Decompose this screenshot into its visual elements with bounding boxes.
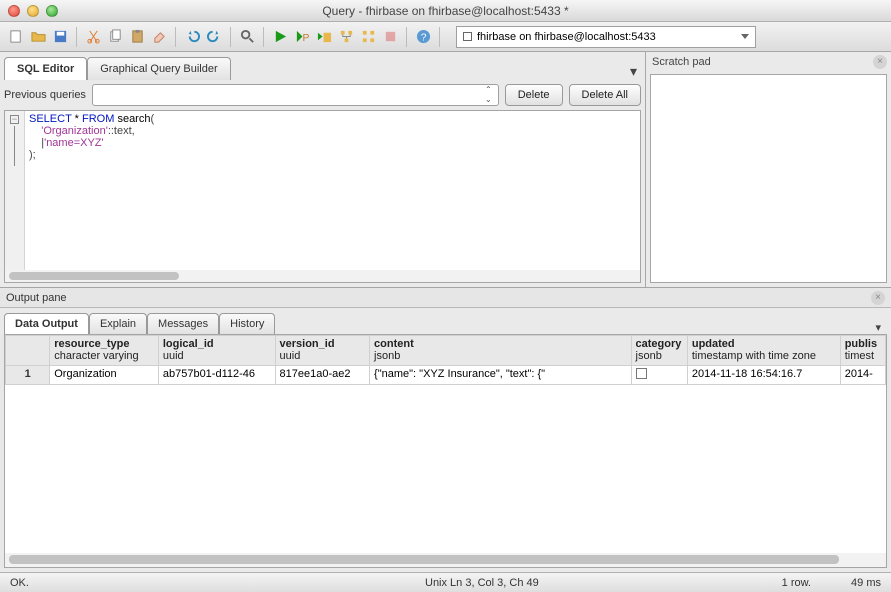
sql-editor[interactable]: − SELECT * FROM search( 'Organization'::…	[4, 110, 641, 283]
cell[interactable]: ab757b01-d112-46	[158, 366, 275, 385]
scratch-pad-header: Scratch pad ×	[646, 52, 891, 72]
editor-tabs: SQL Editor Graphical Query Builder ▾	[0, 52, 645, 80]
results-grid[interactable]: resource_typecharacter varying logical_i…	[4, 334, 887, 568]
editor-menu-icon[interactable]: ▾	[626, 63, 641, 80]
cell[interactable]: 817ee1a0-ae2	[275, 366, 370, 385]
cell[interactable]: 2014-11-18 16:54:16.7	[687, 366, 840, 385]
output-menu-icon[interactable]: ▾	[875, 321, 881, 334]
titlebar: Query - fhirbase on fhirbase@localhost:5…	[0, 0, 891, 22]
col-updated[interactable]: updatedtimestamp with time zone	[687, 336, 840, 366]
execute-icon[interactable]	[270, 27, 290, 47]
delete-button[interactable]: Delete	[505, 84, 563, 106]
code-area[interactable]: SELECT * FROM search( 'Organization'::te…	[25, 111, 158, 282]
status-rows: 1 row.	[731, 577, 811, 589]
scratch-close-icon[interactable]: ×	[873, 55, 887, 69]
cancel-icon[interactable]	[380, 27, 400, 47]
tab-history[interactable]: History	[219, 313, 275, 334]
svg-text:?: ?	[420, 32, 426, 43]
output-tabs: Data Output Explain Messages History ▾	[0, 308, 891, 334]
cell[interactable]: {"name": "XYZ Insurance", "text": {"	[370, 366, 631, 385]
cell[interactable]: 2014-	[840, 366, 885, 385]
col-published[interactable]: publistimest	[840, 336, 885, 366]
database-label: fhirbase on fhirbase@localhost:5433	[477, 31, 656, 43]
output-close-icon[interactable]: ×	[871, 291, 885, 305]
explain-icon[interactable]	[336, 27, 356, 47]
database-icon	[463, 32, 472, 41]
redo-icon[interactable]	[204, 27, 224, 47]
open-icon[interactable]	[28, 27, 48, 47]
status-time: 49 ms	[811, 577, 881, 589]
previous-queries-label: Previous queries	[4, 89, 86, 101]
status-bar: OK. Unix Ln 3, Col 3, Ch 49 1 row. 49 ms	[0, 572, 891, 592]
copy-icon[interactable]	[105, 27, 125, 47]
previous-queries-select[interactable]	[92, 84, 499, 106]
status-ok: OK.	[10, 577, 425, 589]
tab-graphical-query-builder[interactable]: Graphical Query Builder	[87, 57, 230, 80]
col-version-id[interactable]: version_iduuid	[275, 336, 370, 366]
scratch-pad[interactable]	[650, 74, 887, 283]
database-select[interactable]: fhirbase on fhirbase@localhost:5433	[456, 26, 756, 48]
explain-analyze-icon[interactable]	[358, 27, 378, 47]
rownum-cell[interactable]: 1	[6, 366, 50, 385]
grid-scrollbar[interactable]	[5, 553, 886, 567]
window-title: Query - fhirbase on fhirbase@localhost:5…	[0, 4, 891, 18]
cell[interactable]: Organization	[50, 366, 159, 385]
tab-data-output[interactable]: Data Output	[4, 313, 89, 334]
toolbar: PG ? fhirbase on fhirbase@localhost:5433	[0, 22, 891, 52]
null-icon	[636, 368, 647, 379]
delete-all-button[interactable]: Delete All	[569, 84, 641, 106]
clear-icon[interactable]	[149, 27, 169, 47]
new-icon[interactable]	[6, 27, 26, 47]
cell[interactable]	[631, 366, 687, 385]
col-resource-type[interactable]: resource_typecharacter varying	[50, 336, 159, 366]
fold-icon[interactable]: −	[10, 115, 19, 124]
col-content[interactable]: contentjsonb	[370, 336, 631, 366]
col-logical-id[interactable]: logical_iduuid	[158, 336, 275, 366]
editor-scrollbar[interactable]	[5, 270, 640, 282]
minimize-icon[interactable]	[27, 5, 39, 17]
undo-icon[interactable]	[182, 27, 202, 47]
execute-pgscript-icon[interactable]: PG	[292, 27, 312, 47]
zoom-icon[interactable]	[46, 5, 58, 17]
help-icon[interactable]: ?	[413, 27, 433, 47]
save-icon[interactable]	[50, 27, 70, 47]
execute-file-icon[interactable]	[314, 27, 334, 47]
editor-gutter: −	[5, 111, 25, 282]
tab-messages[interactable]: Messages	[147, 313, 219, 334]
output-pane-header: Output pane ×	[0, 288, 891, 308]
status-position: Unix Ln 3, Col 3, Ch 49	[425, 577, 731, 589]
table-row[interactable]: 1 Organization ab757b01-d112-46 817ee1a0…	[6, 366, 886, 385]
col-category[interactable]: categoryjsonb	[631, 336, 687, 366]
tab-sql-editor[interactable]: SQL Editor	[4, 57, 87, 80]
find-icon[interactable]	[237, 27, 257, 47]
rownum-header[interactable]	[6, 336, 50, 366]
header-row: resource_typecharacter varying logical_i…	[6, 336, 886, 366]
close-icon[interactable]	[8, 5, 20, 17]
tab-explain[interactable]: Explain	[89, 313, 147, 334]
svg-text:PG: PG	[302, 33, 310, 44]
paste-icon[interactable]	[127, 27, 147, 47]
cut-icon[interactable]	[83, 27, 103, 47]
